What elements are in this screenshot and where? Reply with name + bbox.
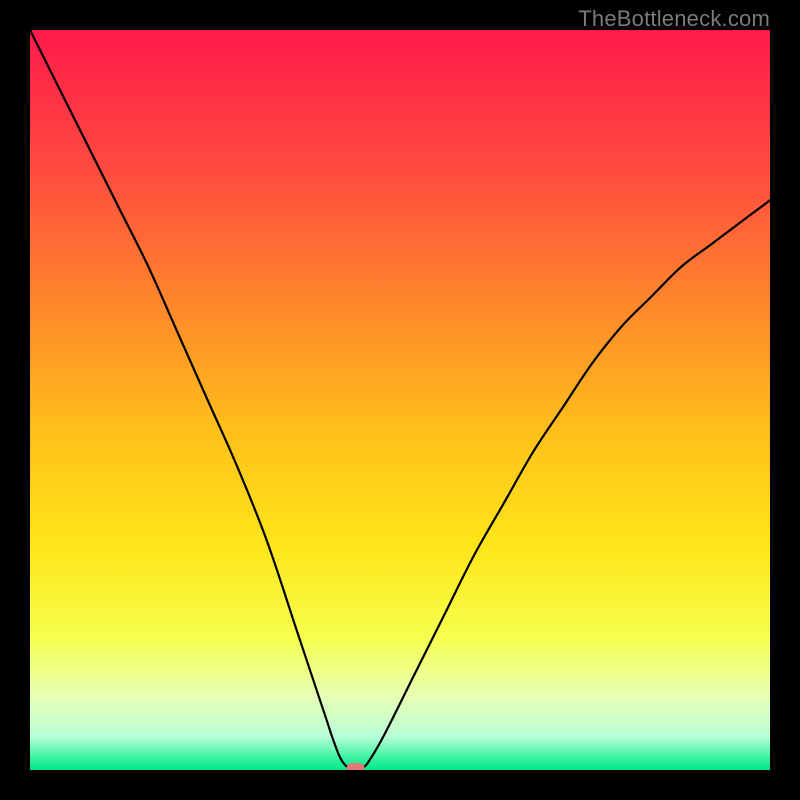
gradient-background (30, 30, 770, 770)
annotation-layer (347, 763, 365, 770)
bottleneck-chart (30, 30, 770, 770)
chart-frame: TheBottleneck.com (0, 0, 800, 800)
watermark-text: TheBottleneck.com (578, 6, 770, 32)
min-marker (347, 763, 365, 770)
plot-area (30, 30, 770, 770)
